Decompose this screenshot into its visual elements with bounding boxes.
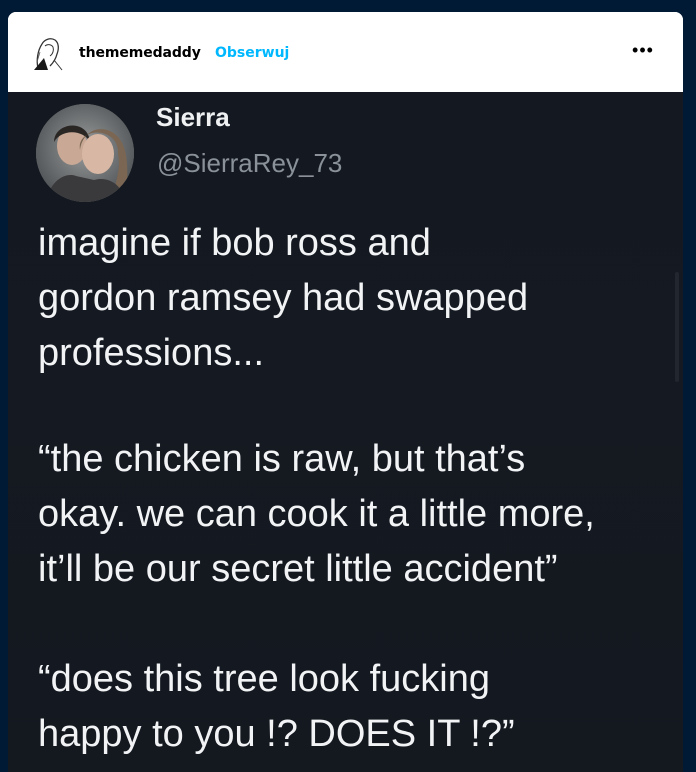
blog-username[interactable]: thememedaddy bbox=[79, 45, 201, 61]
post-card: thememedaddy Obserwuj ••• Sierra @Sierra… bbox=[8, 12, 683, 772]
follow-button[interactable]: Obserwuj bbox=[215, 45, 289, 61]
post-header: thememedaddy Obserwuj ••• bbox=[8, 12, 683, 92]
tweet-line: happy to you !? DOES IT !?” bbox=[38, 713, 515, 755]
image-artifact-strip bbox=[675, 272, 679, 382]
tweet-line: “the chicken is raw, but that’s bbox=[38, 438, 526, 480]
sketch-avatar-icon bbox=[28, 32, 68, 72]
tweet-paragraph-3: “does this tree look fucking happy to yo… bbox=[38, 652, 678, 762]
tweet-paragraph-2: “the chicken is raw, but that’s okay. we… bbox=[38, 432, 678, 597]
tweet-line: imagine if bob ross and bbox=[38, 222, 431, 264]
tweet-line: professions... bbox=[38, 332, 264, 374]
more-options-icon: ••• bbox=[632, 40, 654, 60]
tweet-avatar bbox=[36, 104, 134, 202]
tweet-handle: @SierraRey_73 bbox=[157, 148, 343, 178]
tweet-profile-photo bbox=[36, 104, 134, 202]
tweet-line: gordon ramsey had swapped bbox=[38, 277, 529, 319]
tweet-paragraph-1: imagine if bob ross and gordon ramsey ha… bbox=[38, 216, 678, 381]
tweet-line: it’ll be our secret little accident” bbox=[38, 548, 558, 590]
blog-avatar[interactable] bbox=[28, 32, 68, 72]
tweet-screenshot: Sierra @SierraRey_73 imagine if bob ross… bbox=[8, 92, 683, 772]
tweet-line: okay. we can cook it a little more, bbox=[38, 493, 595, 535]
tweet-line: “does this tree look fucking bbox=[38, 658, 491, 700]
tweet-display-name: Sierra bbox=[156, 102, 230, 132]
more-options-button[interactable]: ••• bbox=[629, 40, 657, 60]
